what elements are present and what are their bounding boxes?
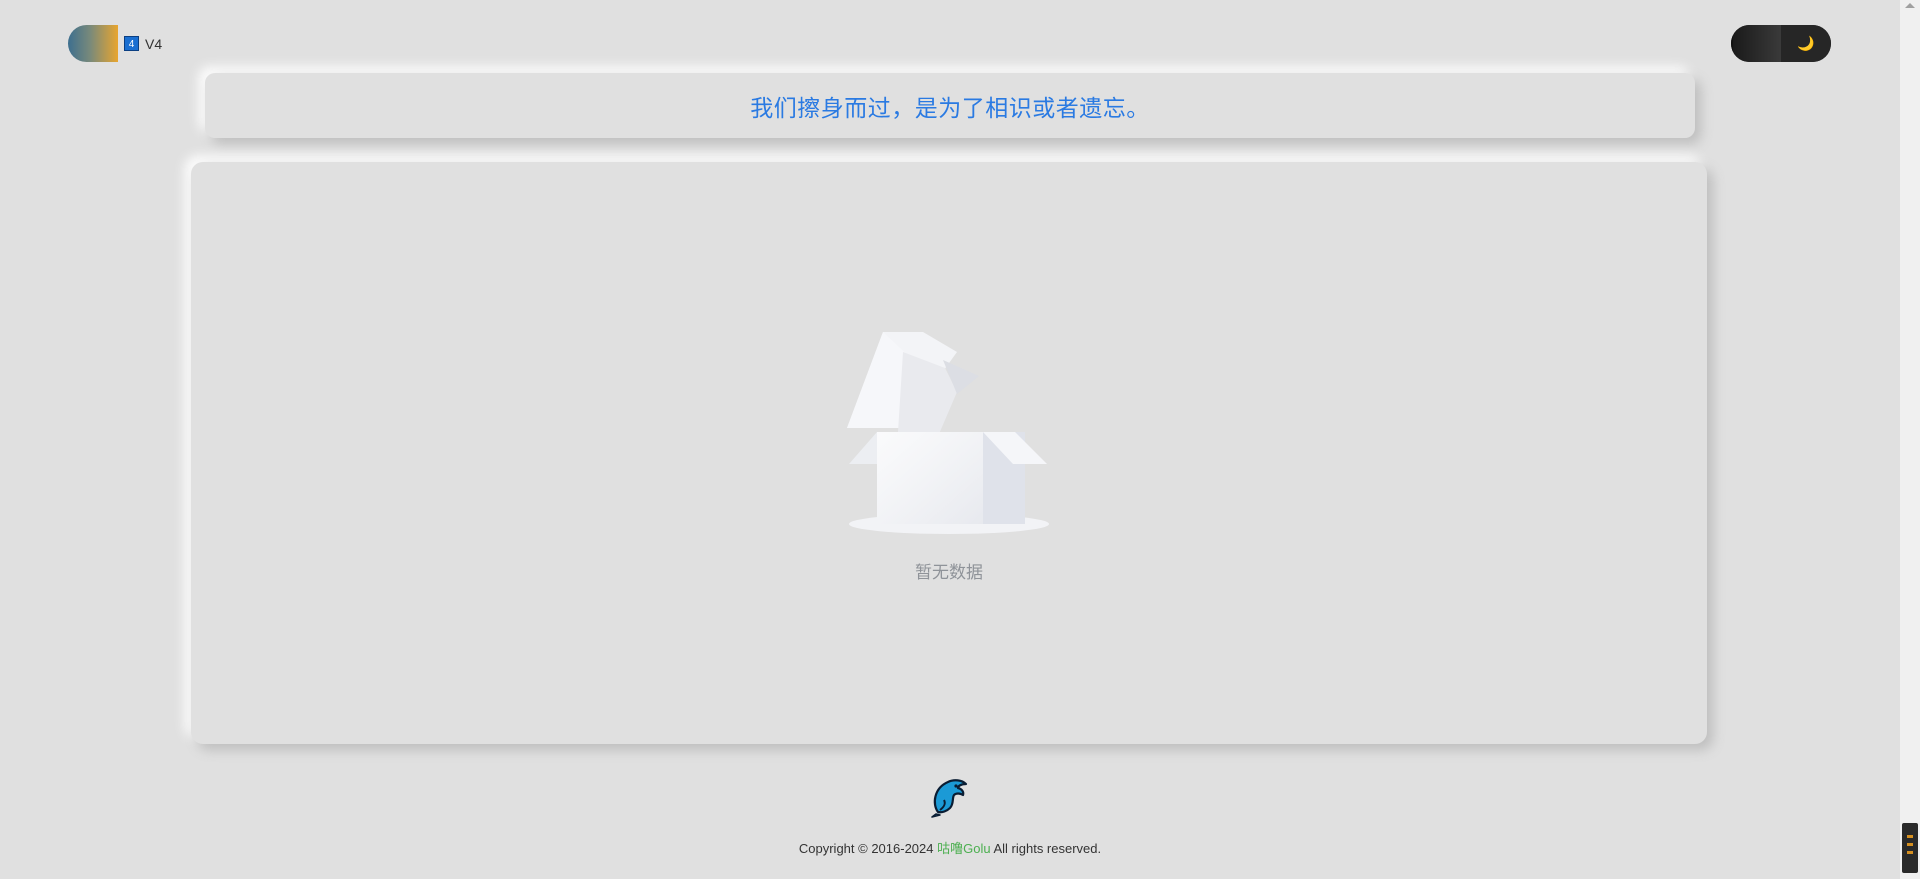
scrollbar[interactable] [1900,0,1920,879]
content-card: 暂无数据 [191,162,1707,744]
empty-state: 暂无数据 [191,332,1707,583]
empty-box-icon [847,332,1049,534]
scroll-up-icon[interactable] [1905,3,1915,8]
footer-copyright: Copyright © 2016-2024 咕噜Golu All rights … [0,838,1900,857]
avatar[interactable] [68,25,118,62]
theme-toggle[interactable]: 🌙 [1731,25,1831,62]
brand-link[interactable]: 咕噜Golu [937,841,990,856]
moon-icon: 🌙 [1781,25,1831,62]
empty-text: 暂无数据 [915,563,983,582]
copyright-prefix: Copyright © 2016-2024 [798,841,938,856]
quote-card: 我们擦身而过，是为了相识或者遗忘。 [205,73,1695,138]
floating-widget[interactable] [1902,823,1918,873]
version-badge-icon: 4 [124,36,139,51]
theme-toggle-track [1731,25,1781,62]
copyright-suffix: All rights reserved. [990,841,1102,856]
quote-text: 我们擦身而过，是为了相识或者遗忘。 [750,94,1150,121]
dolphin-logo-icon[interactable] [928,774,972,818]
version-label: V4 [145,35,163,52]
topbar-left: 4 V4 [68,25,162,62]
